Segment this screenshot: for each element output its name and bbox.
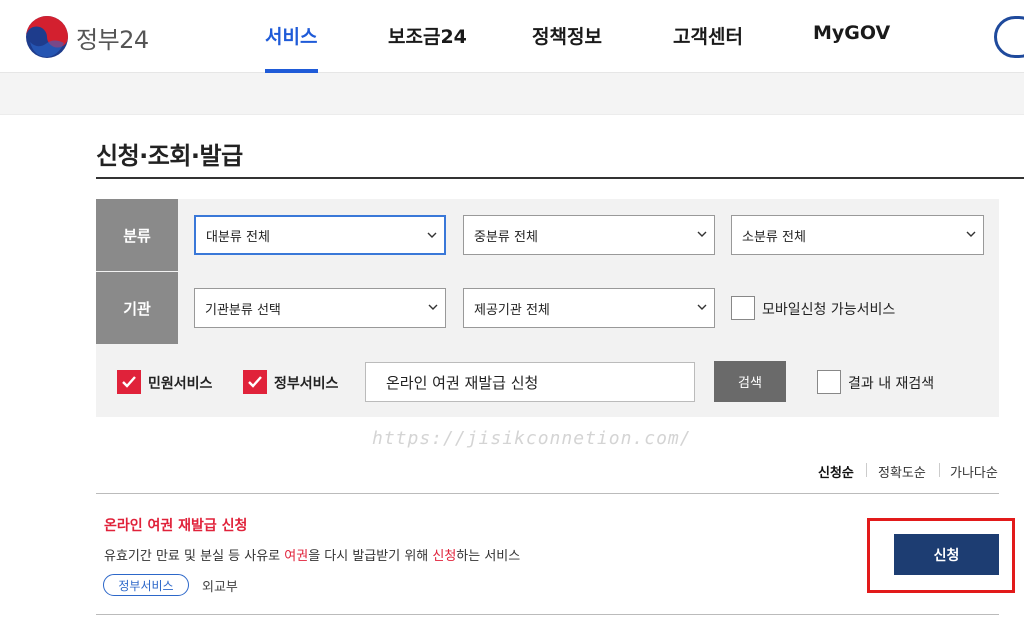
nav-mygov[interactable]: MyGOV (813, 22, 890, 44)
desc-highlight: 신청 (432, 549, 457, 564)
checkmark-icon (122, 376, 136, 388)
provider-agency-value: 제공기관 전체 (474, 302, 550, 318)
major-category-select[interactable]: 대분류 전체 (194, 215, 446, 255)
research-label: 결과 내 재검색 (848, 376, 935, 392)
desc-text: 유효기간 만료 및 분실 등 사유로 (104, 549, 285, 564)
main-nav: 서비스 보조금24 정책정보 고객센터 MyGOV (0, 22, 1024, 52)
nav-service[interactable]: 서비스 (265, 22, 317, 49)
chevron-down-icon (428, 304, 438, 310)
sub-band (0, 73, 1024, 115)
civil-service-checkbox[interactable] (117, 370, 141, 394)
sort-by-accuracy[interactable]: 정확도순 (878, 462, 926, 481)
nav-policy-info[interactable]: 정책정보 (532, 22, 602, 49)
desc-text: 하는 서비스 (456, 549, 521, 564)
gov-service-label: 정부서비스 (274, 376, 339, 392)
title-divider (96, 177, 1024, 179)
chevron-down-icon (697, 304, 707, 310)
agency-type-select[interactable]: 기관분류 선택 (194, 288, 446, 328)
result-title[interactable]: 온라인 여권 재발급 신청 (104, 515, 247, 535)
search-input[interactable]: 온라인 여권 재발급 신청 (365, 362, 695, 402)
result-description: 유효기간 만료 및 분실 등 사유로 여권을 다시 발급받기 위해 신청하는 서… (104, 545, 520, 564)
service-type-badge: 정부서비스 (103, 574, 189, 596)
search-input-value: 온라인 여권 재발급 신청 (386, 373, 539, 392)
list-bottom-divider (96, 614, 999, 615)
gov-service-checkbox[interactable] (243, 370, 267, 394)
middle-category-value: 중분류 전체 (474, 229, 538, 245)
apply-button[interactable]: 신청 (894, 534, 999, 575)
checkmark-icon (248, 376, 262, 388)
research-checkbox[interactable] (817, 370, 841, 394)
category-label: 분류 (96, 199, 178, 271)
sort-by-alphabet[interactable]: 가나다순 (950, 462, 998, 481)
agency-type-value: 기관분류 선택 (205, 302, 281, 318)
page-title: 신청·조회·발급 (96, 142, 243, 170)
chevron-down-icon (966, 231, 976, 237)
agency-label: 기관 (96, 272, 178, 344)
sort-separator (866, 463, 867, 477)
civil-service-label: 민원서비스 (148, 376, 213, 392)
watermark-text: https://jisikconnetion.com/ (372, 428, 692, 449)
result-agency: 외교부 (202, 580, 238, 595)
nav-subsidy24[interactable]: 보조금24 (388, 22, 467, 49)
chevron-down-icon (427, 232, 437, 238)
minor-category-value: 소분류 전체 (742, 229, 806, 245)
mobile-service-checkbox[interactable] (731, 296, 755, 320)
chevron-down-icon (697, 231, 707, 237)
desc-highlight: 여권 (284, 549, 309, 564)
mobile-service-label: 모바일신청 가능서비스 (762, 302, 896, 318)
sort-by-application[interactable]: 신청순 (818, 462, 854, 481)
sort-separator (939, 463, 940, 477)
nav-customer-center[interactable]: 고객센터 (673, 22, 743, 49)
minor-category-select[interactable]: 소분류 전체 (731, 215, 984, 255)
middle-category-select[interactable]: 중분류 전체 (463, 215, 715, 255)
list-divider (96, 493, 999, 494)
site-header: 정부24 서비스 보조금24 정책정보 고객센터 MyGOV (0, 0, 1024, 73)
search-button[interactable]: 검색 (714, 361, 786, 402)
major-category-value: 대분류 전체 (206, 229, 270, 245)
provider-agency-select[interactable]: 제공기관 전체 (463, 288, 715, 328)
desc-text: 을 다시 발급받기 위해 (308, 549, 433, 564)
